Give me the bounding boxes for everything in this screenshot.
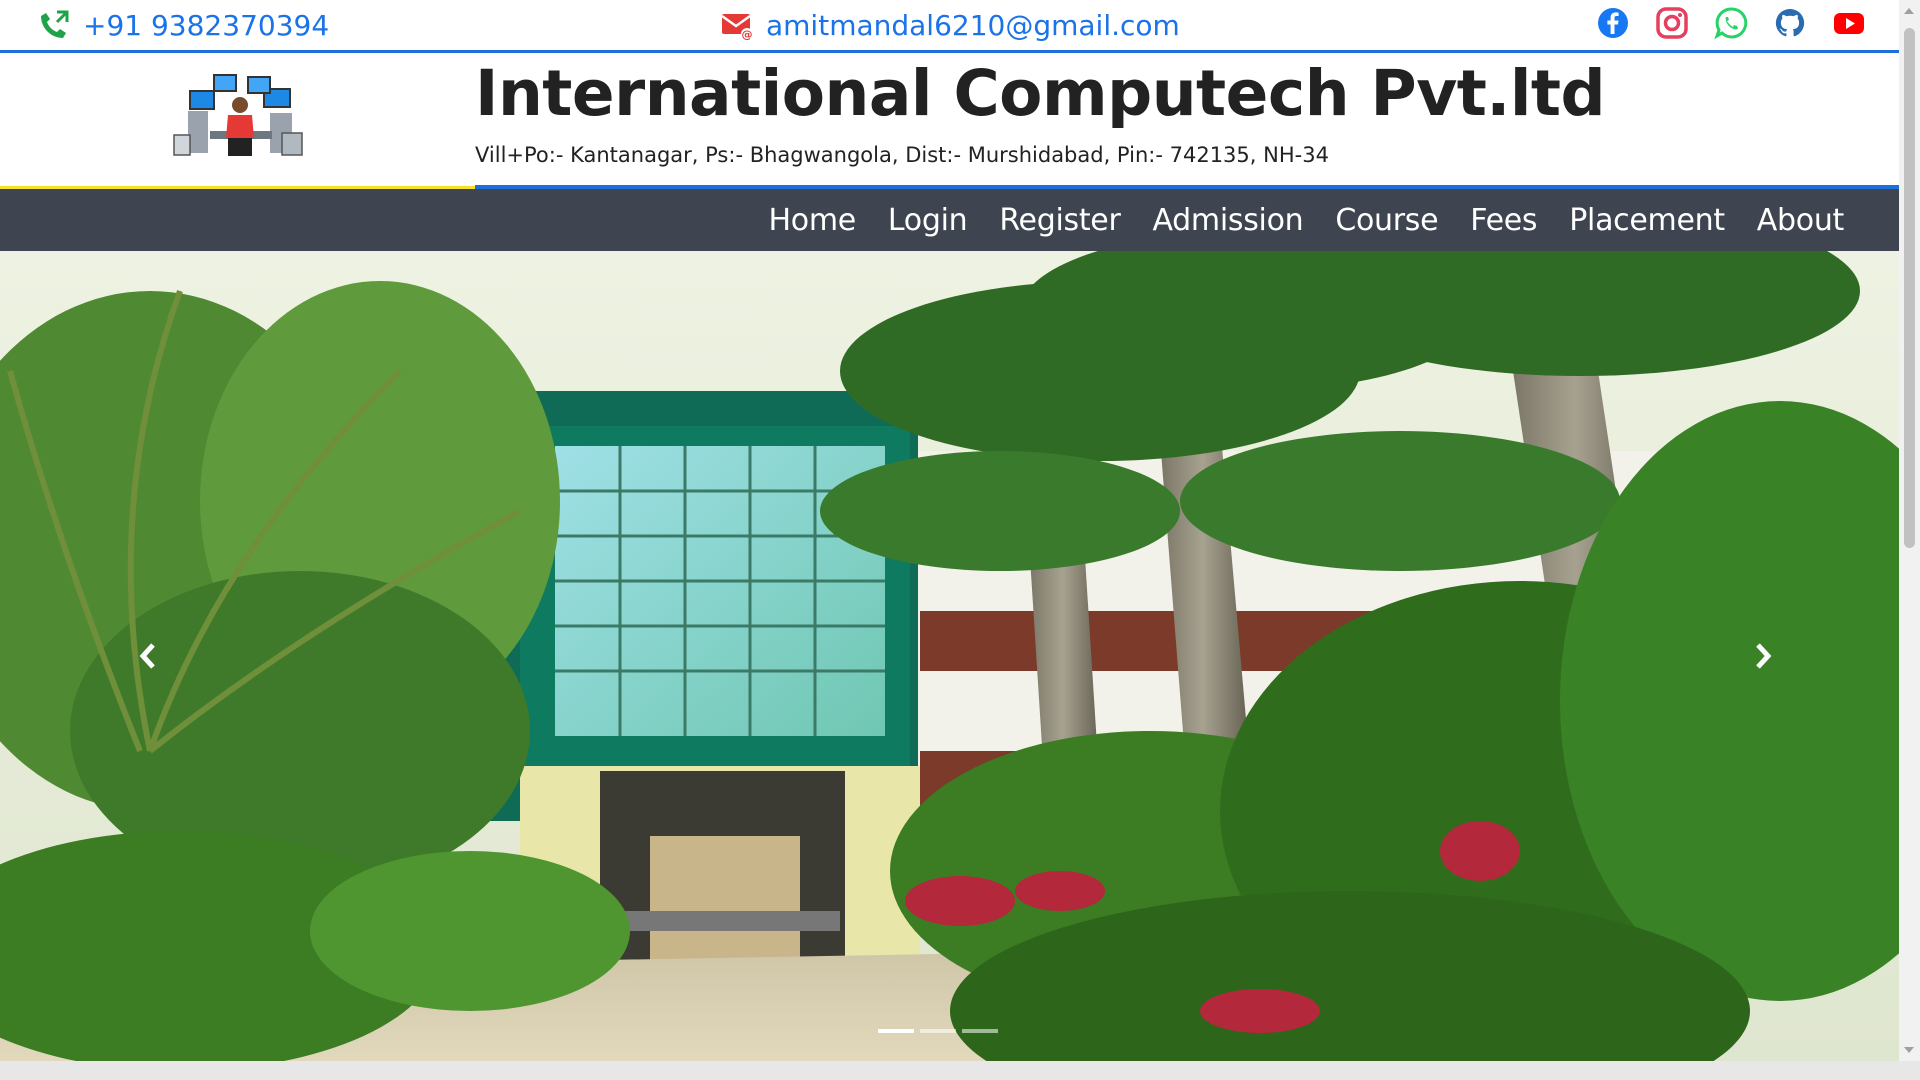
chevron-right-icon [1752,641,1774,671]
carousel-indicator-3[interactable] [962,1029,998,1033]
nav-home[interactable]: Home [769,203,857,238]
main-nav: Home Login Register Admission Course Fee… [0,189,1899,251]
youtube-icon[interactable] [1832,6,1866,40]
contact-bar: +91 9382370394 @ amitmandal6210@gmail.co… [0,0,1899,53]
carousel-next-button[interactable] [1733,626,1793,686]
nav-about[interactable]: About [1757,203,1845,238]
svg-text:@: @ [742,28,753,41]
nav-course[interactable]: Course [1335,203,1438,238]
carousel-indicator-2[interactable] [920,1029,956,1033]
hero-carousel [0,251,1899,1061]
carousel-prev-button[interactable] [118,626,178,686]
nav-placement[interactable]: Placement [1569,203,1725,238]
nav-login[interactable]: Login [888,203,968,238]
nav-register[interactable]: Register [999,203,1120,238]
site-title: International Computech Pvt.ltd [475,57,1606,130]
scrollbar-thumb[interactable] [1904,28,1915,548]
whatsapp-icon[interactable] [1714,6,1748,40]
envelope-icon: @ [720,8,754,42]
vertical-scrollbar[interactable] [1899,0,1920,1061]
github-icon[interactable] [1773,6,1807,40]
instagram-icon[interactable] [1655,6,1689,40]
chevron-left-icon [137,641,159,671]
phone-link[interactable]: +91 9382370394 [37,0,329,50]
scroll-up-arrow[interactable] [1904,8,1914,14]
email-address: amitmandal6210@gmail.com [766,8,1180,42]
campus-photo [0,251,1899,1061]
scroll-down-arrow[interactable] [1904,1047,1914,1053]
phone-icon [37,8,71,42]
facebook-icon[interactable] [1596,6,1630,40]
computer-lab-logo[interactable] [170,63,310,168]
carousel-indicator-1[interactable] [878,1029,914,1033]
horizontal-scrollbar[interactable] [0,1061,1920,1080]
carousel-indicators [878,1029,998,1033]
phone-number: +91 9382370394 [83,8,330,42]
nav-fees[interactable]: Fees [1470,203,1537,238]
site-header: International Computech Pvt.ltd Vill+Po:… [0,53,1899,188]
social-links [1596,6,1866,40]
nav-admission[interactable]: Admission [1152,203,1303,238]
email-link[interactable]: @ amitmandal6210@gmail.com [720,0,1180,50]
site-address: Vill+Po:- Kantanagar, Ps:- Bhagwangola, … [475,143,1329,167]
